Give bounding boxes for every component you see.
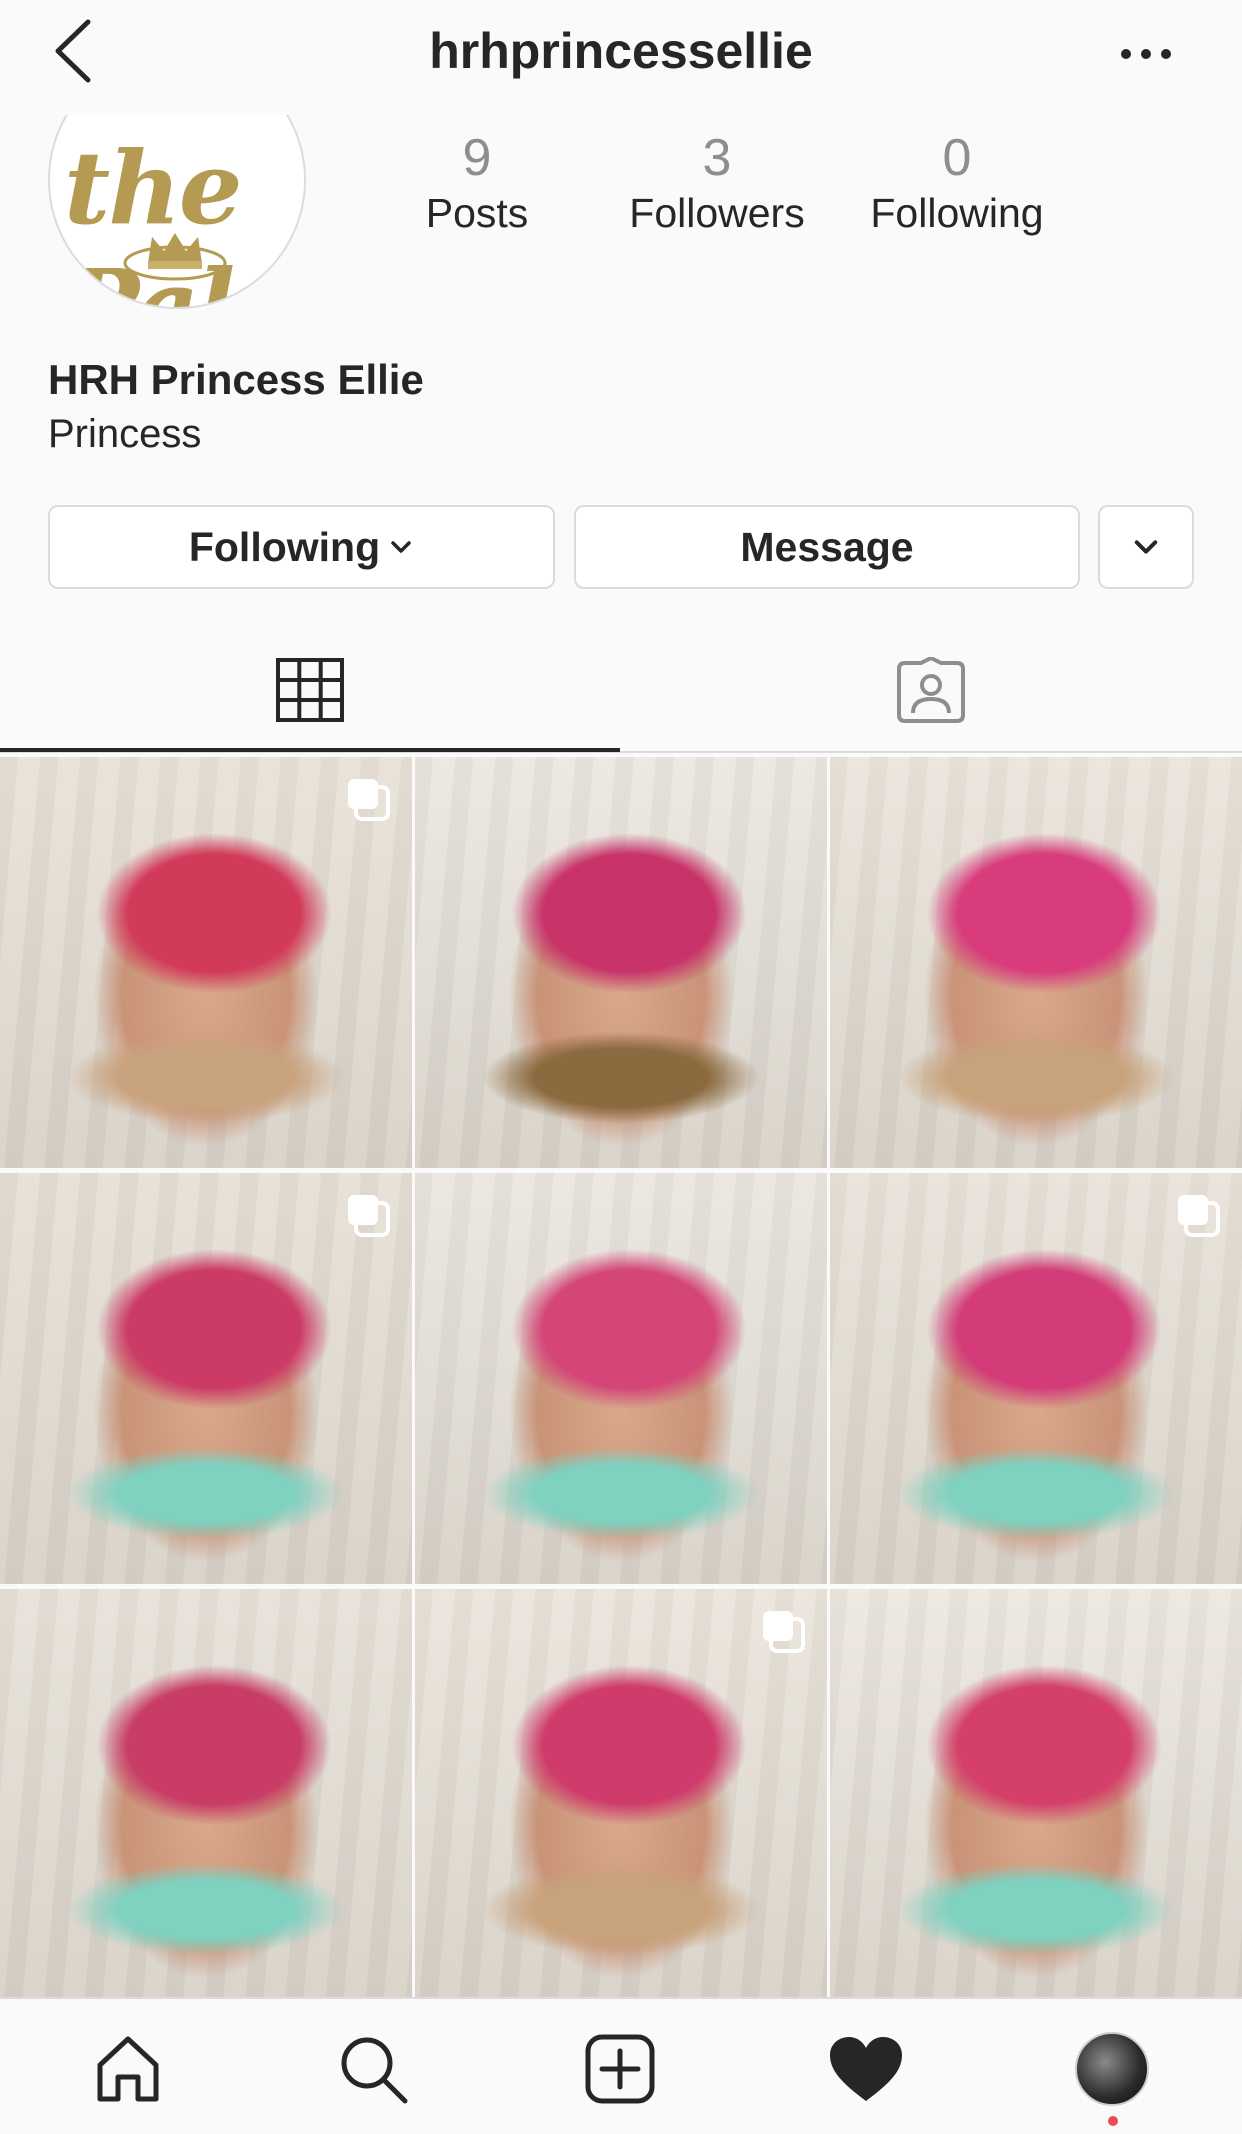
heart-icon (830, 2037, 902, 2101)
home-icon (97, 2036, 159, 2102)
more-options-icon[interactable] (1116, 44, 1176, 64)
multi-image-icon (763, 1611, 805, 1653)
crown-icon (123, 233, 227, 281)
bio-text: Princess (48, 412, 202, 456)
post-thumbnail[interactable] (0, 1173, 412, 1584)
post-grid (0, 757, 1242, 2000)
nav-activity[interactable] (826, 2029, 906, 2109)
stat-posts[interactable]: 9 Posts (367, 128, 587, 238)
multi-image-icon (348, 1195, 390, 1237)
followers-count: 3 (702, 129, 732, 187)
active-tab-indicator (0, 748, 620, 752)
stat-following[interactable]: 0 Following (847, 128, 1067, 238)
tab-tagged[interactable] (620, 630, 1242, 750)
nav-new-post[interactable] (580, 2029, 660, 2109)
display-name: HRH Princess Ellie (48, 356, 424, 403)
post-thumbnail[interactable] (0, 757, 412, 1168)
posts-label: Posts (425, 190, 529, 236)
bottom-navigation (0, 1997, 1242, 2134)
message-button[interactable]: Message (574, 505, 1080, 589)
nav-profile[interactable] (1072, 2029, 1152, 2109)
following-count: 0 (942, 129, 972, 187)
profile-avatar-thumb (1075, 2032, 1149, 2106)
chevron-down-icon (391, 541, 411, 553)
post-thumbnail[interactable] (415, 757, 827, 1168)
tagged-person-icon (897, 657, 965, 723)
posts-count: 9 (462, 129, 492, 187)
stat-followers[interactable]: 3 Followers (607, 128, 827, 238)
multi-image-icon (1178, 1195, 1220, 1237)
post-thumbnail[interactable] (415, 1589, 827, 2000)
tab-grid[interactable] (0, 630, 620, 750)
post-thumbnail[interactable] (0, 1589, 412, 2000)
post-thumbnail[interactable] (830, 1589, 1242, 2000)
search-icon (341, 2037, 408, 2104)
followers-label: Followers (629, 190, 805, 236)
suggested-accounts-button[interactable] (1098, 505, 1194, 589)
grid-icon (276, 658, 344, 722)
multi-image-icon (348, 779, 390, 821)
add-post-icon (585, 2034, 655, 2104)
post-thumbnail[interactable] (415, 1173, 827, 1584)
nav-search[interactable] (333, 2029, 413, 2109)
message-button-label: Message (740, 523, 914, 570)
following-label: Following (870, 190, 1044, 236)
following-button[interactable]: Following (48, 505, 555, 589)
chevron-down-icon (1134, 540, 1158, 554)
notification-dot (1108, 2116, 1118, 2126)
profile-avatar[interactable]: the Palace (48, 115, 306, 309)
following-button-label: Following (188, 523, 381, 570)
nav-home[interactable] (88, 2029, 168, 2109)
post-thumbnail[interactable] (830, 1173, 1242, 1584)
post-thumbnail[interactable] (830, 757, 1242, 1168)
profile-username-title: hrhprincessellie (429, 23, 813, 79)
